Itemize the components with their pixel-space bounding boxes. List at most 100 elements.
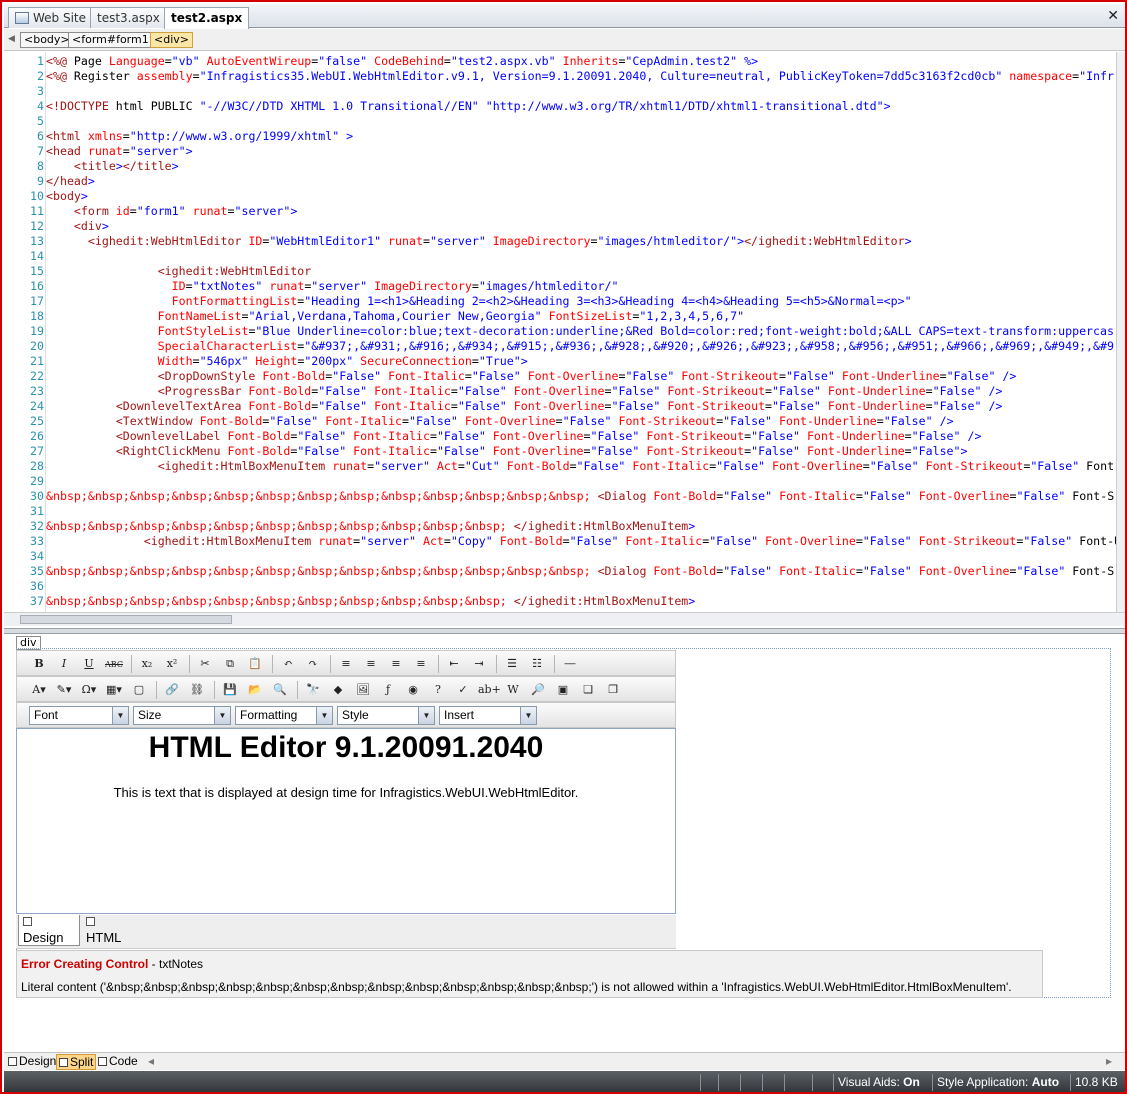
tab-design[interactable]: Design: [18, 915, 80, 946]
font-color-button[interactable]: A▾: [29, 681, 49, 699]
tab-web-site[interactable]: Web Site: [8, 7, 94, 28]
code-line[interactable]: <RightClickMenu Font-Bold="False" Font-I…: [46, 444, 968, 459]
open-button[interactable]: 📂: [245, 681, 265, 699]
code-line[interactable]: <DownlevelLabel Font-Bold="False" Font-I…: [46, 429, 982, 444]
layer-button[interactable]: ▣: [553, 681, 573, 699]
code-horizontal-scrollbar[interactable]: [4, 612, 1125, 626]
split-view-button[interactable]: Split: [56, 1054, 97, 1070]
insert-select[interactable]: Insert ▼: [439, 706, 537, 725]
copy-button[interactable]: ⧉: [220, 655, 240, 673]
code-line[interactable]: SpecialCharacterList="&#937;,&#931;,&#91…: [46, 339, 1114, 354]
justify-button[interactable]: ≡: [411, 655, 431, 673]
style-select[interactable]: Style ▼: [337, 706, 435, 725]
scroll-right-icon[interactable]: ▸: [1104, 1054, 1114, 1070]
code-editor[interactable]: 1 <%@ Page Language="vb" AutoEventWireup=…: [4, 52, 1116, 612]
scroll-left-icon[interactable]: ◂: [146, 1054, 156, 1070]
italic-button[interactable]: I: [54, 655, 74, 673]
scroll-thumb[interactable]: [20, 615, 232, 624]
strikethrough-button[interactable]: ABC: [104, 655, 124, 673]
code-line[interactable]: <DownlevelTextArea Font-Bold="False" Fon…: [46, 399, 1003, 414]
media-button[interactable]: ◉: [403, 681, 423, 699]
bring-forward-button[interactable]: ❏: [578, 681, 598, 699]
highlight-button[interactable]: ✎▾: [54, 681, 74, 699]
code-line[interactable]: FontNameList="Arial,Verdana,Tahoma,Couri…: [46, 309, 744, 324]
code-line[interactable]: FontFormattingList="Heading 1=<h1>&Headi…: [46, 294, 912, 309]
indent-button[interactable]: ⇥: [469, 655, 489, 673]
align-right-button[interactable]: ≡: [386, 655, 406, 673]
tab-test2[interactable]: test2.aspx: [164, 7, 250, 29]
paste-button[interactable]: 📋: [245, 655, 265, 673]
code-view-button[interactable]: Code: [96, 1054, 140, 1070]
code-line[interactable]: <ighedit:WebHtmlEditor: [46, 264, 312, 279]
cut-button[interactable]: ✂: [195, 655, 215, 673]
code-line[interactable]: </head>: [46, 174, 95, 189]
code-line[interactable]: <ighedit:HtmlBoxMenuItem runat="server" …: [46, 459, 1114, 474]
underline-button[interactable]: U: [79, 655, 99, 673]
code-line[interactable]: <head runat="server">: [46, 144, 193, 159]
save-button[interactable]: 💾: [220, 681, 240, 699]
zoom-button[interactable]: 🔎: [528, 681, 548, 699]
code-line[interactable]: <ProgressBar Font-Bold="False" Font-Ital…: [46, 384, 1003, 399]
font-select[interactable]: Font ▼: [29, 706, 129, 725]
code-line[interactable]: <div>: [46, 219, 109, 234]
code-line[interactable]: &nbsp;&nbsp;&nbsp;&nbsp;&nbsp;&nbsp;&nbs…: [46, 519, 695, 534]
size-select[interactable]: Size ▼: [133, 706, 231, 725]
superscript-button[interactable]: x²: [162, 655, 182, 673]
bullet-list-button[interactable]: ☰: [502, 655, 522, 673]
undo-button[interactable]: ↶: [278, 655, 298, 673]
bold-button[interactable]: B: [29, 655, 49, 673]
table-button[interactable]: ▦▾: [104, 681, 124, 699]
code-line[interactable]: <title></title>: [46, 159, 179, 174]
code-line[interactable]: &nbsp;&nbsp;&nbsp;&nbsp;&nbsp;&nbsp;&nbs…: [46, 489, 1114, 504]
code-line[interactable]: <ighedit:HtmlBoxMenuItem runat="server" …: [46, 534, 1116, 549]
back-arrow-icon[interactable]: ◀: [8, 34, 15, 44]
formatting-select[interactable]: Formatting ▼: [235, 706, 333, 725]
horizontal-rule-button[interactable]: ―: [560, 655, 580, 673]
code-line[interactable]: <ighedit:WebHtmlEditor ID="WebHtmlEditor…: [46, 234, 912, 249]
code-vertical-scrollbar[interactable]: [1116, 52, 1125, 612]
numbered-list-button[interactable]: ☷: [527, 655, 547, 673]
code-line[interactable]: &nbsp;&nbsp;&nbsp;&nbsp;&nbsp;&nbsp;&nbs…: [46, 594, 695, 609]
flash-button[interactable]: ƒ: [378, 681, 398, 699]
align-left-button[interactable]: ≡: [336, 655, 356, 673]
help-button[interactable]: ?: [428, 681, 448, 699]
subscript-button[interactable]: x₂: [137, 655, 157, 673]
insert-image-button[interactable]: 🖼: [353, 681, 373, 699]
code-line[interactable]: &nbsp;&nbsp;&nbsp;&nbsp;&nbsp;&nbsp;&nbs…: [46, 564, 1114, 579]
align-center-button[interactable]: ≡: [361, 655, 381, 673]
box-button[interactable]: ▢: [129, 681, 149, 699]
code-line[interactable]: <%@ Page Language="vb" AutoEventWireup="…: [46, 54, 758, 69]
tab-html[interactable]: HTML: [82, 915, 142, 946]
close-icon[interactable]: ✕: [1107, 8, 1119, 24]
breadcrumb-div[interactable]: <div>: [150, 32, 193, 48]
clean-button[interactable]: ◆: [328, 681, 348, 699]
find-button[interactable]: 🔭: [303, 681, 323, 699]
code-line[interactable]: <form id="form1" runat="server">: [46, 204, 297, 219]
spellcheck-button[interactable]: ✓: [453, 681, 473, 699]
breadcrumb-form[interactable]: <form#form1>: [68, 32, 162, 48]
special-char-button[interactable]: Ω▾: [79, 681, 99, 699]
insert-link-button[interactable]: 🔗: [162, 681, 182, 699]
design-view-button[interactable]: Design: [6, 1054, 58, 1070]
code-line[interactable]: <body>: [46, 189, 88, 204]
code-line[interactable]: <html xmlns="http://www.w3.org/1999/xhtm…: [46, 129, 353, 144]
code-line[interactable]: <DropDownStyle Font-Bold="False" Font-It…: [46, 369, 1017, 384]
outdent-button[interactable]: ⇤: [444, 655, 464, 673]
send-backward-button[interactable]: ❐: [603, 681, 623, 699]
code-line[interactable]: FontStyleList="Blue Underline=color:blue…: [46, 324, 1114, 339]
code-line[interactable]: ID="txtNotes" runat="server" ImageDirect…: [46, 279, 619, 294]
paste-word-button[interactable]: W: [503, 681, 523, 699]
preview-button[interactable]: 🔍: [270, 681, 290, 699]
visual-aids-status[interactable]: Visual Aids: On: [833, 1074, 920, 1091]
code-line[interactable]: Width="546px" Height="200px" SecureConne…: [46, 354, 528, 369]
remove-link-button[interactable]: ⛓: [187, 681, 207, 699]
code-line[interactable]: <TextWindow Font-Bold="False" Font-Itali…: [46, 414, 954, 429]
editor-content-area[interactable]: HTML Editor 9.1.20091.2040 This is text …: [16, 728, 676, 914]
tab-test3[interactable]: test3.aspx: [90, 7, 167, 28]
redo-button[interactable]: ↷: [303, 655, 323, 673]
code-line[interactable]: <!DOCTYPE html PUBLIC "-//W3C//DTD XHTML…: [46, 99, 891, 114]
code-line[interactable]: <%@ Register assembly="Infragistics35.We…: [46, 69, 1114, 84]
style-application-status[interactable]: Style Application: Auto: [932, 1074, 1059, 1091]
breadcrumb-body[interactable]: <body>: [20, 32, 74, 48]
word-count-button[interactable]: ab+: [478, 681, 501, 699]
